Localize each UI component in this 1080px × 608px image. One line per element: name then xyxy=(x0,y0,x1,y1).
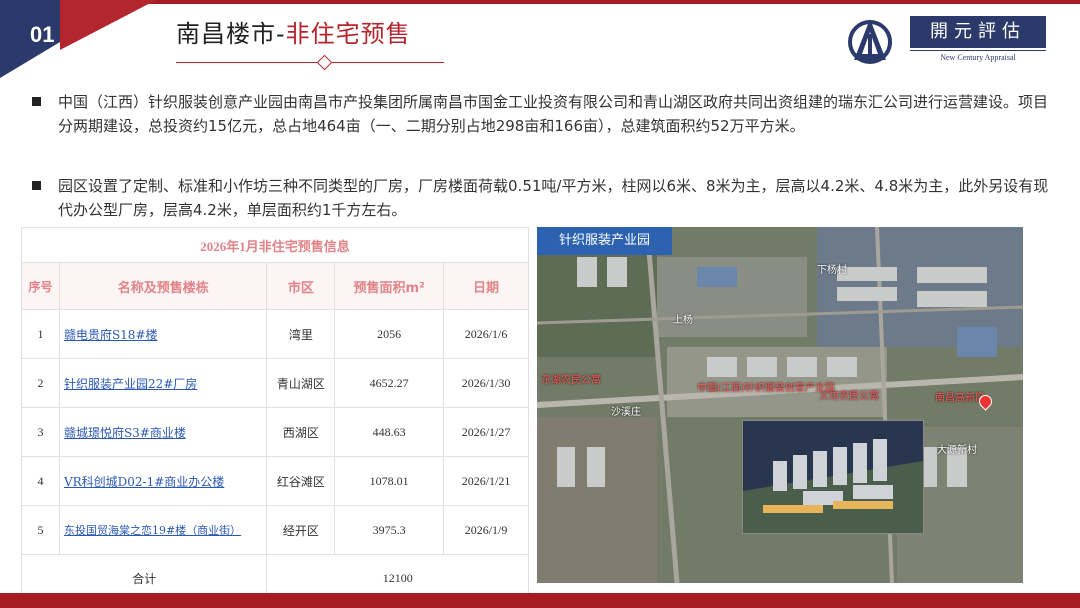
map-highlight-label: 义坊农民公寓 xyxy=(819,391,879,402)
column-header: 预售面积m² xyxy=(334,262,445,310)
area-cell: 4652.27 xyxy=(334,358,445,408)
bullet-text: 中国（江西）针织服装创意产业园由南昌市产投集团所属南昌市国金工业投资有限公司和青… xyxy=(58,93,1049,135)
bullet-item: 园区设置了定制、标准和小作坊三种不同类型的厂房，厂房楼面荷载0.51吨/平方米，… xyxy=(32,174,1054,222)
column-header: 市区 xyxy=(266,262,336,310)
slide-title-accent: 非住宅预售 xyxy=(285,20,411,48)
date-cell: 2026/1/30 xyxy=(443,358,529,408)
district-cell: 青山湖区 xyxy=(266,358,336,408)
map-title: 针织服装产业园 xyxy=(537,227,672,255)
district-cell: 西湖区 xyxy=(266,407,336,457)
map-highlight-label: 东湖农民公寓 xyxy=(541,375,601,386)
column-header: 序号 xyxy=(21,262,60,310)
date-cell: 2026/1/6 xyxy=(443,309,529,359)
table-row: 3 赣城璟悦府S3#商业楼 西湖区 448.63 2026/1/27 xyxy=(21,407,529,457)
district-cell: 经开区 xyxy=(266,505,336,555)
date-cell: 2026/1/27 xyxy=(443,407,529,457)
row-index: 2 xyxy=(21,358,60,408)
district-cell: 湾里 xyxy=(266,309,336,359)
top-band xyxy=(0,0,1080,4)
footer-band xyxy=(0,593,1080,608)
aerial-map: 针织服装产业园 下杨村 上杨 沙溪庄 大源新村 中国(江西)针织服装创意产业园 … xyxy=(537,227,1023,583)
row-index: 3 xyxy=(21,407,60,457)
map-place-label: 大源新村 xyxy=(937,445,977,456)
slide-title: 南昌楼市-非住宅预售 xyxy=(176,14,411,49)
title-underline xyxy=(176,62,444,63)
map-place-label: 沙溪庄 xyxy=(611,407,641,418)
area-cell: 3975.3 xyxy=(334,505,445,555)
table-row: 1 赣电贵府S18#楼 湾里 2056 2026/1/6 xyxy=(21,309,529,359)
project-link[interactable]: VR科创城D02-1#商业办公楼 xyxy=(58,456,268,506)
rendering-image xyxy=(743,421,923,533)
date-cell: 2026/1/21 xyxy=(443,456,529,506)
table-row: 5 东投国贸海棠之恋19#楼（商业街） 经开区 3975.3 2026/1/9 xyxy=(21,505,529,555)
map-highlight-label: 中国(江西)针织服装创意产业园 xyxy=(697,383,835,394)
table-header-row: 序号 名称及预售楼栋 市区 预售面积m² 日期 xyxy=(21,262,529,310)
table-row: 2 针织服装产业园22#厂房 青山湖区 4652.27 2026/1/30 xyxy=(21,358,529,408)
map-highlight-label: 南昌高新区 xyxy=(935,393,985,404)
project-link[interactable]: 赣电贵府S18#楼 xyxy=(58,309,268,359)
area-cell: 1078.01 xyxy=(334,456,445,506)
area-cell: 2056 xyxy=(334,309,445,359)
area-cell: 448.63 xyxy=(334,407,445,457)
logo-emblem xyxy=(848,19,892,64)
map-place-label: 上杨 xyxy=(673,315,693,326)
table-caption: 2026年1月非住宅预售信息 xyxy=(21,227,529,263)
bullet-square-icon xyxy=(32,181,41,190)
slide-number: 01 xyxy=(30,22,55,47)
park-rendering-inset xyxy=(742,420,924,534)
map-place-label: 下杨村 xyxy=(817,265,847,276)
column-header: 日期 xyxy=(443,262,529,310)
project-link[interactable]: 赣城璟悦府S3#商业楼 xyxy=(58,407,268,457)
row-index: 4 xyxy=(21,456,60,506)
project-link[interactable]: 东投国贸海棠之恋19#楼（商业街） xyxy=(58,505,268,555)
bullet-item: 中国（江西）针织服装创意产业园由南昌市产投集团所属南昌市国金工业投资有限公司和青… xyxy=(32,90,1054,138)
diamond-icon xyxy=(316,54,333,71)
presale-table: 2026年1月非住宅预售信息 序号 名称及预售楼栋 市区 预售面积m² 日期 1… xyxy=(20,227,529,602)
district-cell: 红谷滩区 xyxy=(266,456,336,506)
table-row: 4 VR科创城D02-1#商业办公楼 红谷滩区 1078.01 2026/1/2… xyxy=(21,456,529,506)
corner-decoration-red xyxy=(60,0,156,50)
project-link[interactable]: 针织服装产业园22#厂房 xyxy=(58,358,268,408)
slide-title-main: 南昌楼市- xyxy=(176,20,286,48)
row-index: 5 xyxy=(21,505,60,555)
bullet-text: 园区设置了定制、标准和小作坊三种不同类型的厂房，厂房楼面荷载0.51吨/平方米，… xyxy=(58,177,1049,219)
column-header: 名称及预售楼栋 xyxy=(58,262,268,310)
date-cell: 2026/1/9 xyxy=(443,505,529,555)
logo-subtitle: New Century Appraisal xyxy=(910,50,1046,65)
logo-wordmark: 開元評估 xyxy=(910,16,1046,48)
row-index: 1 xyxy=(21,309,60,359)
bullet-square-icon xyxy=(32,97,41,106)
